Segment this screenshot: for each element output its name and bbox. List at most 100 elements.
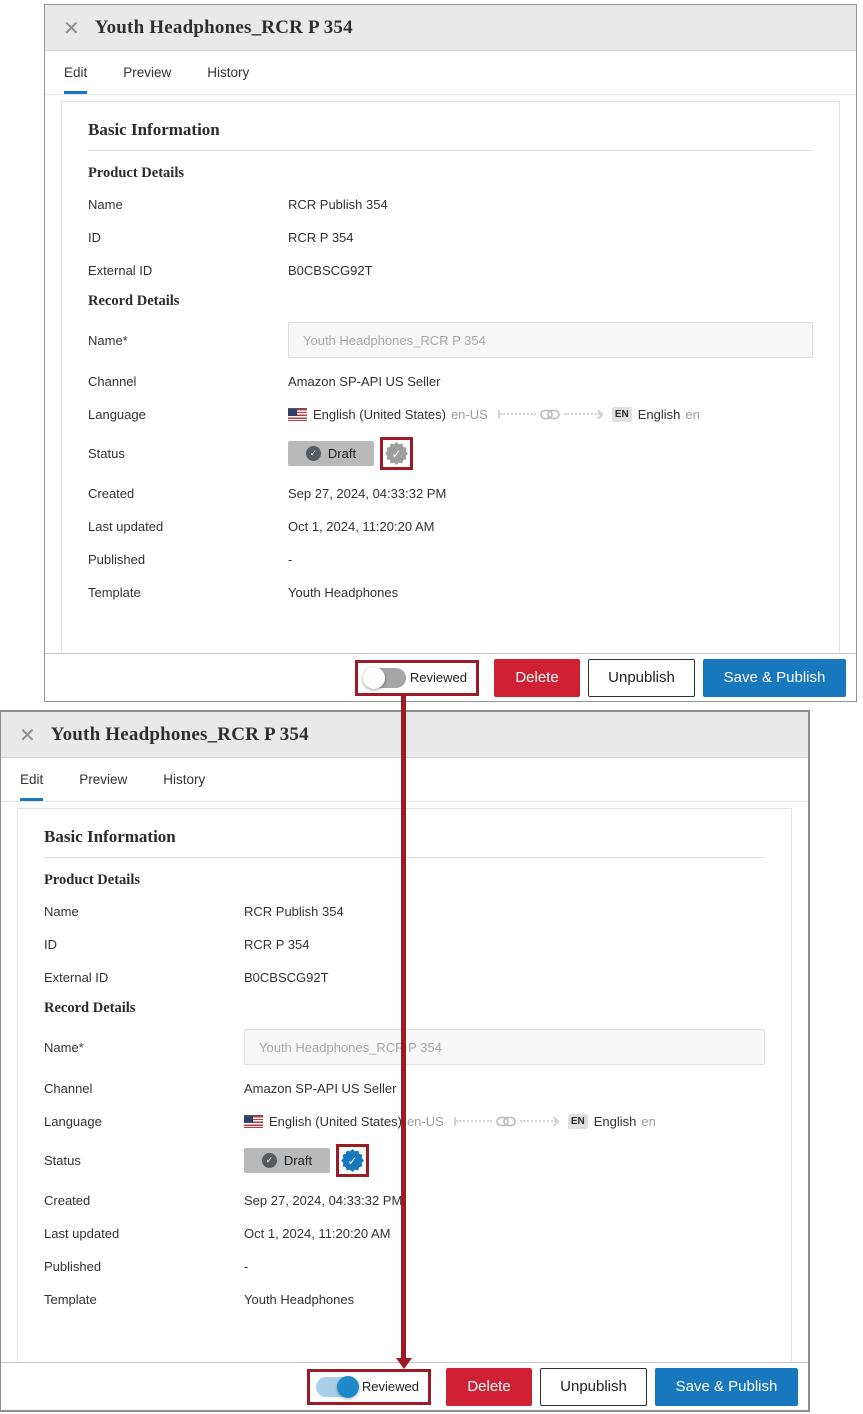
reviewed-toggle[interactable] (316, 1377, 358, 1397)
record-name-label: Name* (44, 1040, 244, 1055)
created-label: Created (88, 486, 288, 501)
language-source-name: English (United States) (313, 407, 446, 422)
row-language: Language English (United States) en-US E… (88, 404, 813, 424)
record-name-input (244, 1029, 765, 1065)
tab-history[interactable]: History (163, 758, 205, 801)
record-name-input (288, 322, 813, 358)
language-target-name: English (594, 1114, 637, 1129)
subsection-record-details: Record Details (88, 293, 813, 310)
chain-link-icon (540, 409, 560, 420)
tab-preview[interactable]: Preview (79, 758, 127, 801)
us-flag-icon (288, 408, 307, 421)
record-editor-window-before: Youth Headphones_RCR P 354 Edit Preview … (44, 4, 857, 702)
language-label: Language (88, 407, 288, 422)
tab-edit[interactable]: Edit (20, 758, 43, 801)
save-publish-button[interactable]: Save & Publish (703, 659, 846, 697)
tab-edit[interactable]: Edit (64, 51, 87, 94)
channel-label: Channel (88, 374, 288, 389)
product-id-value: RCR P 354 (244, 937, 310, 952)
status-text: Draft (284, 1153, 312, 1168)
row-created: Created Sep 27, 2024, 04:33:32 PM (88, 483, 813, 503)
language-source-code: en-US (407, 1114, 444, 1129)
channel-value: Amazon SP-API US Seller (244, 1081, 396, 1096)
annotation-arrow-head-icon (396, 1358, 412, 1369)
edit-form-card: Basic Information Product Details Name R… (61, 101, 840, 653)
template-link[interactable]: Youth Headphones (244, 1292, 354, 1307)
reviewed-toggle-label: Reviewed (410, 670, 467, 685)
tab-history[interactable]: History (207, 51, 249, 94)
language-link-connector (498, 409, 602, 420)
row-last-updated: Last updated Oct 1, 2024, 11:20:20 AM (88, 516, 813, 536)
window-title: Youth Headphones_RCR P 354 (95, 17, 353, 39)
template-link[interactable]: Youth Headphones (288, 585, 398, 600)
row-status: Status Draft (88, 437, 813, 470)
language-source-name: English (United States) (269, 1114, 402, 1129)
close-icon[interactable] (63, 18, 80, 38)
language-target-chip: EN (568, 1114, 588, 1129)
product-id-label: ID (88, 230, 288, 245)
toggle-knob[interactable] (337, 1376, 359, 1398)
unpublish-button[interactable]: Unpublish (540, 1368, 647, 1406)
toggle-knob[interactable] (363, 667, 385, 689)
product-name-label: Name (44, 904, 244, 919)
status-text: Draft (328, 446, 356, 461)
language-target-code: en (641, 1114, 655, 1129)
last-updated-label: Last updated (44, 1226, 244, 1241)
last-updated-label: Last updated (88, 519, 288, 534)
template-label: Template (88, 585, 288, 600)
created-label: Created (44, 1193, 244, 1208)
published-label: Published (88, 552, 288, 567)
row-channel: Channel Amazon SP-API US Seller (88, 371, 813, 391)
product-name-label: Name (88, 197, 288, 212)
row-product-id: ID RCR P 354 (88, 227, 813, 247)
language-link-connector (454, 1116, 558, 1127)
window-title: Youth Headphones_RCR P 354 (51, 724, 309, 746)
status-label: Status (88, 446, 288, 461)
annotation-box-reviewed-toggle: Reviewed (355, 660, 479, 696)
tab-bar: Edit Preview History (45, 51, 856, 95)
row-product-name: Name RCR Publish 354 (88, 194, 813, 214)
footer-action-bar: Reviewed Delete Unpublish Save & Publish (1, 1362, 808, 1410)
status-badge: Draft (288, 441, 374, 466)
status-badge: Draft (244, 1148, 330, 1173)
footer-action-bar: Reviewed Delete Unpublish Save & Publish (45, 653, 856, 701)
close-icon[interactable] (19, 725, 36, 745)
published-value: - (288, 552, 292, 567)
channel-value: Amazon SP-API US Seller (288, 374, 440, 389)
template-label: Template (44, 1292, 244, 1307)
check-circle-icon (306, 446, 321, 461)
channel-label: Channel (44, 1081, 244, 1096)
external-id-label: External ID (88, 263, 288, 278)
tab-preview[interactable]: Preview (123, 51, 171, 94)
section-heading-basic-information: Basic Information (88, 120, 813, 140)
record-name-label: Name* (88, 333, 288, 348)
save-publish-button[interactable]: Save & Publish (655, 1368, 798, 1406)
external-id-value: B0CBSCG92T (288, 263, 373, 278)
created-value: Sep 27, 2024, 04:33:32 PM (244, 1193, 402, 1208)
annotation-arrow-line (401, 696, 406, 1359)
row-template: Template Youth Headphones (88, 582, 813, 602)
row-published: Published - (88, 549, 813, 569)
product-name-value: RCR Publish 354 (288, 197, 388, 212)
chain-link-icon (496, 1116, 516, 1127)
language-target-code: en (685, 407, 699, 422)
window-header: Youth Headphones_RCR P 354 (45, 5, 856, 51)
external-id-label: External ID (44, 970, 244, 985)
reviewed-toggle[interactable] (364, 668, 406, 688)
delete-button[interactable]: Delete (494, 659, 580, 697)
published-label: Published (44, 1259, 244, 1274)
product-name-value: RCR Publish 354 (244, 904, 344, 919)
annotation-box-status (336, 1144, 369, 1177)
last-updated-value: Oct 1, 2024, 11:20:20 AM (244, 1226, 390, 1241)
unpublish-button[interactable]: Unpublish (588, 659, 695, 697)
language-source-code: en-US (451, 407, 488, 422)
status-label: Status (44, 1153, 244, 1168)
check-circle-icon (262, 1153, 277, 1168)
language-target-name: English (638, 407, 681, 422)
language-target-chip: EN (612, 407, 632, 422)
verified-seal-icon (341, 1149, 364, 1172)
us-flag-icon (244, 1115, 263, 1128)
verified-seal-icon (385, 442, 408, 465)
delete-button[interactable]: Delete (446, 1368, 532, 1406)
product-id-label: ID (44, 937, 244, 952)
